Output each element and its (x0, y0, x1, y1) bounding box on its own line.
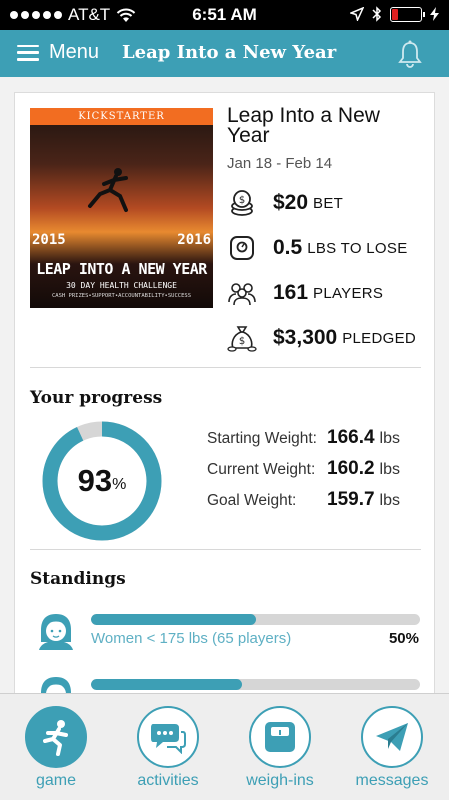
image-subtitle: 30 DAY HEALTH CHALLENGE (66, 281, 177, 290)
nav-icon-circle (25, 706, 87, 768)
weight-value: 160.2 (327, 458, 375, 479)
standing-progress-bar (91, 679, 420, 690)
standing-label[interactable]: Women < 175 lbs (65 players) (91, 630, 291, 647)
woman-avatar-icon (39, 614, 73, 650)
weight-value: 166.4 (327, 427, 375, 448)
coins-icon: $ (227, 188, 257, 218)
nav-label: activities (137, 772, 199, 789)
chat-bubbles-icon (151, 724, 186, 754)
current-weight-row: Current Weight: 160.2 lbs (207, 458, 417, 480)
battery-icon (390, 6, 425, 22)
challenge-card: KICKSTARTER 2015 2016 LEAP INTO A NEW YE… (14, 92, 435, 712)
divider (30, 367, 421, 368)
menu-button[interactable]: Menu (17, 41, 99, 64)
challenge-image[interactable]: KICKSTARTER 2015 2016 LEAP INTO A NEW YE… (30, 108, 213, 308)
image-banner: KICKSTARTER (30, 108, 213, 125)
stat-value: 161 (273, 281, 309, 304)
svg-text:$: $ (239, 195, 245, 206)
scale-icon (265, 722, 295, 752)
nav-label: messages (355, 772, 429, 789)
challenge-title: Leap Into a New Year (227, 104, 380, 147)
weight-value: 159.7 (327, 489, 375, 510)
stat-unit: PLAYERS (313, 284, 384, 302)
notification-bell-icon[interactable] (397, 40, 423, 68)
nav-label: weigh-ins (246, 772, 314, 789)
weight-label: Goal Weight: (207, 492, 297, 509)
progress-heading: Your progress (30, 388, 163, 408)
paper-plane-icon (376, 723, 408, 751)
divider (30, 549, 421, 550)
nav-weigh-ins[interactable]: weigh-ins (224, 706, 336, 790)
svg-text:$: $ (239, 336, 245, 347)
charging-bolt-icon (430, 7, 439, 21)
status-bar: AT&T 6:51 AM (0, 0, 449, 30)
starting-weight-row: Starting Weight: 166.4 lbs (207, 427, 417, 449)
standing-percent: 50% (388, 630, 419, 647)
nav-icon-circle (361, 706, 423, 768)
nav-messages[interactable]: messages (336, 706, 448, 790)
nav-icon-circle (249, 706, 311, 768)
stat-unit: PLEDGED (342, 329, 417, 347)
stat-value: $20 (273, 191, 309, 214)
jumping-man-icon (88, 168, 128, 212)
standing-bar-fill (91, 614, 256, 625)
progress-percent: 93 % (40, 419, 164, 543)
nav-label: game (35, 772, 77, 789)
scale-icon (227, 233, 257, 263)
standings-heading: Standings (30, 569, 126, 589)
players-icon (227, 278, 257, 308)
challenge-dates: Jan 18 - Feb 14 (227, 155, 333, 172)
bluetooth-icon (372, 6, 382, 22)
stat-pledged: $ $3,300 PLEDGED (227, 323, 416, 353)
money-bag-icon: $ (227, 323, 257, 353)
stat-unit: LBS TO LOSE (307, 239, 408, 257)
nav-activities[interactable]: activities (112, 706, 224, 790)
runner-icon (43, 720, 68, 756)
stat-value: $3,300 (273, 326, 338, 349)
hamburger-icon (17, 44, 39, 61)
weight-unit: lbs (379, 492, 400, 509)
standing-bar-fill (91, 679, 243, 690)
goal-weight-row: Goal Weight: 159.7 lbs (207, 489, 417, 511)
image-year-right: 2016 (177, 232, 211, 248)
weight-unit: lbs (379, 430, 400, 447)
progress-percent-value: 93 (77, 463, 113, 498)
location-arrow-icon (350, 7, 364, 21)
menu-label: Menu (49, 41, 100, 63)
image-year-left: 2015 (32, 232, 66, 248)
page-title: Leap Into a New Year (122, 42, 337, 63)
image-headline: LEAP INTO A NEW YEAR (36, 260, 207, 278)
image-tagline: CASH PRIZES•SUPPORT•ACCOUNTABILITY•SUCCE… (51, 293, 192, 299)
weight-label: Starting Weight: (207, 430, 317, 447)
app-header: Menu Leap Into a New Year (0, 30, 449, 77)
standing-progress-bar (91, 614, 420, 625)
stat-value: 0.5 (273, 236, 303, 259)
weight-unit: lbs (379, 461, 400, 478)
nav-icon-circle (137, 706, 199, 768)
stat-lbs: 0.5 LBS TO LOSE (227, 233, 408, 263)
stat-unit: BET (313, 194, 344, 212)
stat-bet: $ $20 BET (227, 188, 343, 218)
progress-percent-sign: % (112, 476, 127, 493)
bottom-nav: game activities weigh-ins messages (0, 693, 449, 800)
stat-players: 161 PLAYERS (227, 278, 383, 308)
nav-game[interactable]: game (0, 706, 112, 790)
weight-label: Current Weight: (207, 461, 316, 478)
